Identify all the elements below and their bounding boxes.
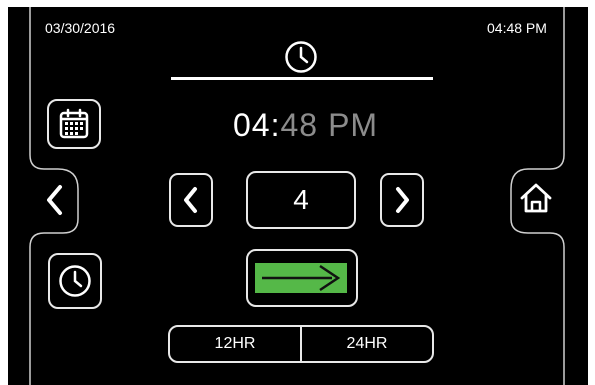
decrement-button[interactable] [169, 173, 213, 227]
format-12hr-label: 12HR [214, 335, 256, 352]
chevron-left-icon [181, 186, 201, 214]
hour-value-field[interactable]: 4 [246, 171, 356, 229]
date-display: 03/30/2016 [45, 20, 116, 36]
clock-icon [284, 40, 318, 79]
clock-readout: 04:48 PM [233, 107, 378, 144]
header-underline [171, 77, 433, 80]
back-button[interactable] [42, 183, 68, 222]
confirm-button[interactable] [246, 249, 358, 307]
time-format-toggle: 12HR 24HR [168, 325, 434, 363]
calendar-button[interactable] [47, 99, 101, 149]
format-24hr-button[interactable]: 24HR [302, 327, 432, 361]
increment-button[interactable] [380, 173, 424, 227]
clock-settings-button[interactable] [48, 253, 102, 309]
hour-value: 4 [293, 184, 309, 215]
thermostat-screen: 03/30/2016 04:48 PM 04:48 PM 4 12HR 24HR [8, 7, 588, 385]
chevron-right-icon [392, 186, 412, 214]
confirm-arrow-icon [254, 258, 350, 298]
clock-minute: 48 [280, 107, 319, 143]
calendar-icon [58, 108, 90, 140]
home-button[interactable] [516, 179, 556, 221]
back-arrow-icon [42, 185, 68, 221]
time-display: 04:48 PM [487, 20, 547, 36]
clock-icon [58, 264, 92, 298]
clock-hour: 04: [233, 107, 281, 143]
clock-ampm: PM [328, 107, 379, 143]
home-icon [519, 181, 553, 220]
format-24hr-label: 24HR [346, 335, 388, 352]
format-12hr-button[interactable]: 12HR [170, 327, 302, 361]
